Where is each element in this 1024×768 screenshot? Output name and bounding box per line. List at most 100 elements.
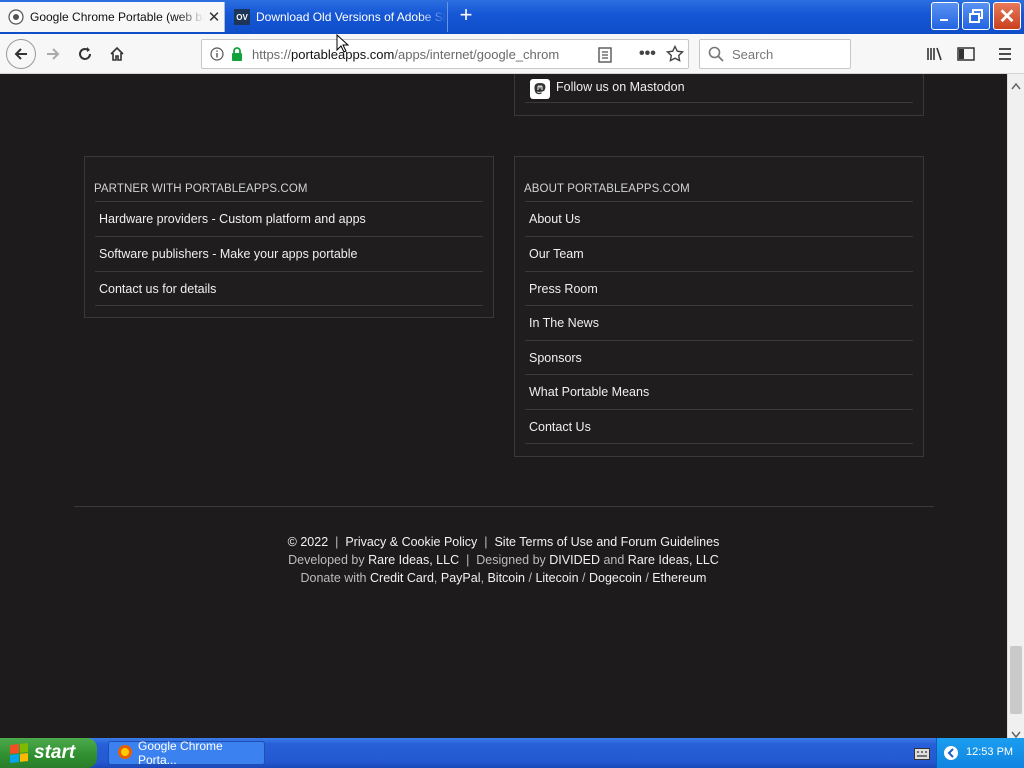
site-terms-link[interactable]: Site Terms of Use and Forum Guidelines [494,535,719,549]
sidebar-icon[interactable] [952,40,980,68]
rare-ideas-link[interactable]: Rare Ideas, LLC [628,553,719,567]
taskbar-item-chrome-portable[interactable]: Google Chrome Porta... [108,739,265,767]
about-link-row[interactable]: In The News [525,305,913,340]
page-content: Follow us on Mastodon PARTNER WITH PORTA… [0,74,1007,738]
scroll-up-arrow-icon[interactable] [1011,77,1021,95]
plus-icon[interactable]: + [454,4,478,28]
more-actions-icon[interactable]: ••• [639,45,656,63]
about-link[interactable]: In The News [529,316,599,330]
partner-link[interactable]: Software publishers - Make your apps por… [99,247,357,261]
mastodon-icon [530,79,550,99]
social-box: Follow us on Mastodon [514,74,924,116]
about-link-row[interactable]: About Us [525,201,913,236]
keyboard-icon[interactable] [914,747,930,765]
paypal-link[interactable]: PayPal [441,571,481,585]
forward-arrow-icon[interactable] [39,40,67,68]
close-window-button[interactable]: ✕ [993,2,1021,30]
designed-by-text: Designed by [476,553,546,567]
start-button[interactable]: start [0,738,97,768]
home-icon[interactable] [103,40,131,68]
mouse-cursor-icon [336,33,350,59]
footer-legal-line: © 2022 | Privacy & Cookie Policy | Site … [0,535,1007,549]
info-icon[interactable] [210,47,224,66]
about-heading: ABOUT PORTABLEAPPS.COM [524,183,690,195]
slash: / [528,571,532,585]
library-icon[interactable] [921,40,949,68]
footer-divider [74,506,934,507]
windows-logo-icon [10,743,28,763]
bitcoin-link[interactable]: Bitcoin [487,571,525,585]
about-link-row[interactable]: Press Room [525,271,913,306]
page-scrollbar[interactable] [1007,74,1024,739]
url-scheme: https:// [252,47,292,62]
tab-google-chrome-portable[interactable]: Google Chrome Portable (web bro ✕ [0,2,225,32]
about-link[interactable]: About Us [529,212,580,226]
partner-link[interactable]: Contact us for details [99,282,216,296]
divided-link[interactable]: DIVIDED [549,553,600,567]
about-link-row[interactable]: What Portable Means [525,374,913,409]
comma: , [480,571,484,585]
slash: / [645,571,649,585]
firefox-app-icon [117,744,133,763]
bookmark-star-icon[interactable] [665,44,685,68]
about-link-row[interactable]: Sponsors [525,340,913,375]
partner-link-row[interactable]: Contact us for details [95,271,483,306]
about-link[interactable]: Our Team [529,247,584,261]
about-box: ABOUT PORTABLEAPPS.COM About Us Our Team… [514,156,924,457]
navigation-toolbar: https://portableapps.com/apps/internet/g… [0,34,1024,74]
partner-link-row[interactable]: Hardware providers - Custom platform and… [95,201,483,236]
tab-download-old-versions[interactable]: OV Download Old Versions of Adobe Shoc [226,2,448,32]
restore-button[interactable] [962,2,990,30]
reload-icon[interactable] [71,40,99,68]
taskbar-item-label: Google Chrome Porta... [138,739,223,767]
rare-ideas-link[interactable]: Rare Ideas, LLC [368,553,459,567]
tab-title: Google Chrome Portable (web bro [30,10,204,24]
partner-link-row[interactable]: Software publishers - Make your apps por… [95,236,483,271]
footer-credits-line: Developed by Rare Ideas, LLC | Designed … [0,553,1007,567]
and-text: and [603,553,625,567]
ov-icon: OV [234,9,250,25]
url-path: /apps/internet/google_chrom [394,47,560,62]
credit-card-link[interactable]: Credit Card [370,571,434,585]
mastodon-link[interactable]: Follow us on Mastodon [556,80,685,94]
url-text[interactable]: https://portableapps.com/apps/internet/g… [252,47,562,62]
separator: | [484,535,488,549]
footer-donate-line: Donate with Credit Card, PayPal, Bitcoin… [0,571,1007,585]
search-icon [708,46,724,67]
separator: | [466,553,470,567]
search-bar[interactable]: Search [699,39,851,69]
dogecoin-link[interactable]: Dogecoin [589,571,642,585]
search-input[interactable]: Search [732,47,773,62]
privacy-policy-link[interactable]: Privacy & Cookie Policy [345,535,477,549]
tray-collapse-icon[interactable] [943,745,959,764]
globe-icon [8,9,24,25]
browser-tab-bar: Google Chrome Portable (web bro ✕ OV Dow… [0,0,1024,34]
about-link[interactable]: Sponsors [529,351,582,365]
litecoin-link[interactable]: Litecoin [535,571,578,585]
start-label: start [34,742,76,763]
scroll-thumb[interactable] [1010,646,1022,714]
taskbar: start Google Chrome Porta... 12:53 PM [0,738,1024,768]
partner-box: PARTNER WITH PORTABLEAPPS.COM Hardware p… [84,156,494,318]
close-tab-icon[interactable]: ✕ [204,8,224,26]
partner-link[interactable]: Hardware providers - Custom platform and… [99,212,366,226]
developed-by-text: Developed by [288,553,365,567]
divider [525,102,913,103]
menu-hamburger-icon[interactable] [991,40,1019,68]
slash: / [582,571,586,585]
about-link[interactable]: What Portable Means [529,385,649,399]
comma: , [433,571,438,585]
ethereum-link[interactable]: Ethereum [652,571,706,585]
back-arrow-icon[interactable] [6,39,36,69]
minimize-button[interactable] [931,2,959,30]
url-bar[interactable]: https://portableapps.com/apps/internet/g… [201,39,689,69]
about-link-row[interactable]: Our Team [525,236,913,271]
about-link[interactable]: Contact Us [529,420,591,434]
separator: | [335,535,339,549]
about-link-row[interactable]: Contact Us [525,409,913,444]
clock[interactable]: 12:53 PM [966,746,1013,758]
about-link[interactable]: Press Room [529,282,598,296]
lock-icon[interactable] [230,46,244,67]
reader-view-icon[interactable] [598,47,612,68]
donate-text: Donate with [300,571,367,585]
